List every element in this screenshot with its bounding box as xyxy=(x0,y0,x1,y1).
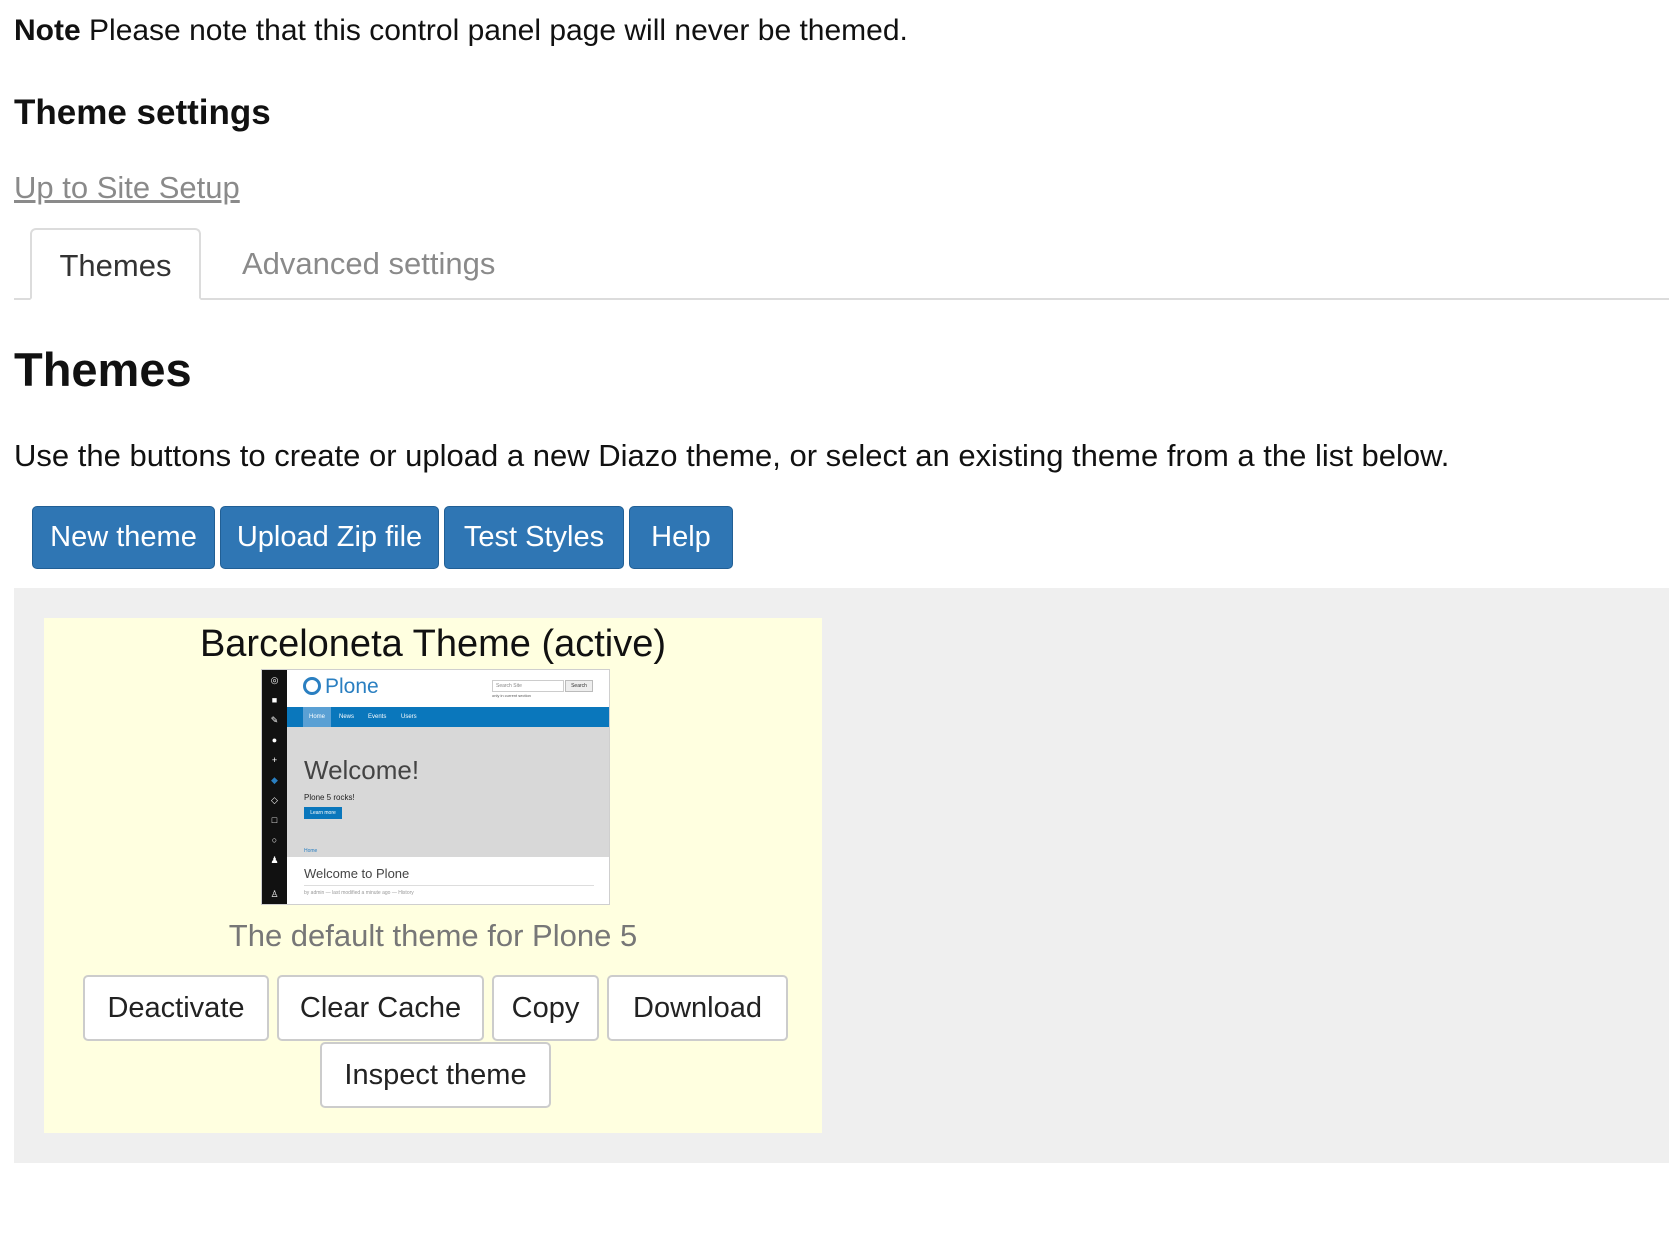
theme-title: Barceloneta Theme (active) xyxy=(199,623,667,665)
display-icon: □ xyxy=(271,815,278,825)
tab-themes[interactable]: Themes xyxy=(30,228,201,300)
new-theme-button[interactable]: New theme xyxy=(32,506,215,569)
note-label: Note xyxy=(14,14,81,47)
preview-search-option: only in current section xyxy=(492,693,531,698)
copy-button[interactable]: Copy xyxy=(492,975,599,1041)
preview-breadcrumb: Home xyxy=(304,848,318,854)
pencil-icon: ✎ xyxy=(270,715,279,725)
themes-description: Use the buttons to create or upload a ne… xyxy=(14,438,1450,473)
preview-search-button: Search xyxy=(565,680,593,692)
tab-advanced-settings[interactable]: Advanced settings xyxy=(242,228,495,300)
plone-circle-icon xyxy=(303,677,321,695)
users-icon: ♟ xyxy=(270,855,279,865)
preview-hero-text: Plone 5 rocks! xyxy=(304,793,355,802)
upload-zip-button[interactable]: Upload Zip file xyxy=(220,506,439,569)
preview-logo: Plone xyxy=(303,675,379,699)
settings-tabs: Themes Advanced settings xyxy=(14,228,1669,300)
add-icon: + xyxy=(271,755,278,765)
preview-hero-title: Welcome! xyxy=(304,755,420,785)
settings-icon: ○ xyxy=(271,835,278,845)
inspect-theme-button[interactable]: Inspect theme xyxy=(320,1042,551,1108)
preview-byline: by admin — last modified a minute ago — … xyxy=(304,890,414,896)
preview-nav-home: Home xyxy=(303,707,331,727)
preview-nav-news: News xyxy=(339,714,355,720)
preview-learn-more-button: Learn more xyxy=(304,807,342,819)
preview-hero: Welcome! Plone 5 rocks! Learn more xyxy=(287,727,609,857)
test-styles-button[interactable]: Test Styles xyxy=(444,506,624,569)
theme-description: The default theme for Plone 5 xyxy=(228,918,638,953)
page-title: Theme settings xyxy=(14,93,271,132)
note-text: Please note that this control panel page… xyxy=(89,14,908,47)
preview-divider xyxy=(304,885,594,886)
up-to-site-setup-link[interactable]: Up to Site Setup xyxy=(14,168,240,208)
state-icon: ◆ xyxy=(271,775,278,785)
preview-nav-events: Events xyxy=(368,714,387,720)
clear-cache-button[interactable]: Clear Cache xyxy=(277,975,484,1041)
help-button[interactable]: Help xyxy=(629,506,733,569)
user-icon: ♙ xyxy=(270,889,279,899)
preview-search-box: Search Site xyxy=(492,680,564,692)
deactivate-button[interactable]: Deactivate xyxy=(83,975,269,1041)
tag-icon: ◇ xyxy=(271,795,278,805)
themes-heading: Themes xyxy=(14,343,192,396)
eye-icon: ● xyxy=(271,735,278,745)
theming-note: Note Please note that this control panel… xyxy=(14,12,908,50)
download-button[interactable]: Download xyxy=(607,975,788,1041)
folder-icon: ■ xyxy=(271,695,278,705)
preview-page-title: Welcome to Plone xyxy=(304,866,410,881)
plone-logo-icon: ◎ xyxy=(270,675,279,685)
preview-toolbar: ◎ ■ ✎ ● + ◆ ◇ □ ○ ♟ ♙ xyxy=(262,670,287,904)
preview-nav-users: Users xyxy=(401,714,417,720)
preview-nav-bar: Home News Events Users xyxy=(287,707,609,727)
theme-preview-image: ◎ ■ ✎ ● + ◆ ◇ □ ○ ♟ ♙ Plone Search Site … xyxy=(261,669,610,905)
